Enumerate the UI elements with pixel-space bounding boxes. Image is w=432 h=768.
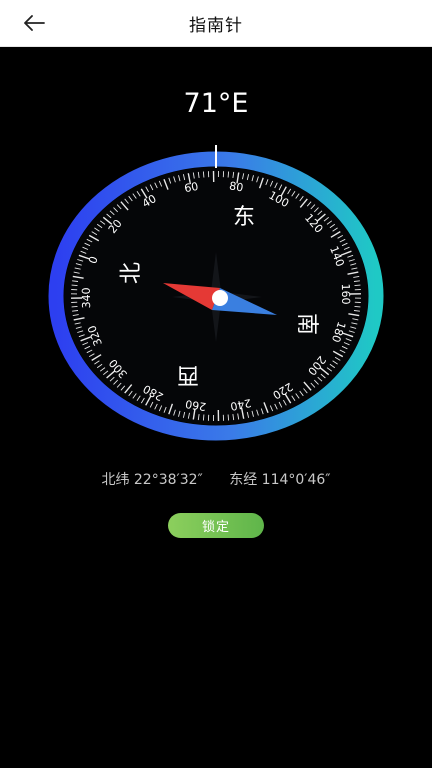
needle-pivot [212, 290, 228, 306]
compass-tick [227, 171, 230, 178]
compass-tick [71, 305, 78, 308]
compass-tick [202, 171, 205, 178]
app-header: 指南针 [0, 0, 432, 47]
compass-tick [354, 305, 361, 308]
lock-button[interactable]: 锁定 [168, 513, 264, 538]
compass-tick [354, 284, 361, 287]
compass-tick-label: 160 [339, 283, 352, 304]
page-title: 指南针 [189, 15, 243, 36]
latitude-text: 北纬 22°38′32″ [101, 472, 203, 488]
longitude-text: 东经 114°0′46″ [229, 472, 331, 488]
cardinal-south: 南 [294, 313, 319, 335]
back-button[interactable] [18, 8, 50, 38]
cardinal-west: 西 [177, 362, 199, 387]
cardinal-east: 东 [233, 205, 255, 230]
location-readout: 北纬 22°38′32″ 东经 114°0′46″ [0, 469, 432, 489]
cardinal-north: 北 [119, 262, 144, 284]
compass-tick [227, 414, 230, 421]
heading-readout: 71°E [183, 88, 249, 119]
compass-tick [202, 414, 205, 421]
compass-tick-label: 60 [183, 180, 199, 195]
compass-tick-label: 340 [80, 287, 93, 308]
compass-tick [71, 284, 78, 287]
compass-tick-label: 80 [228, 179, 244, 194]
compass-dial: 0204060 801001201401601802002202402602803… [48, 145, 384, 441]
arrow-left-icon [24, 15, 45, 31]
